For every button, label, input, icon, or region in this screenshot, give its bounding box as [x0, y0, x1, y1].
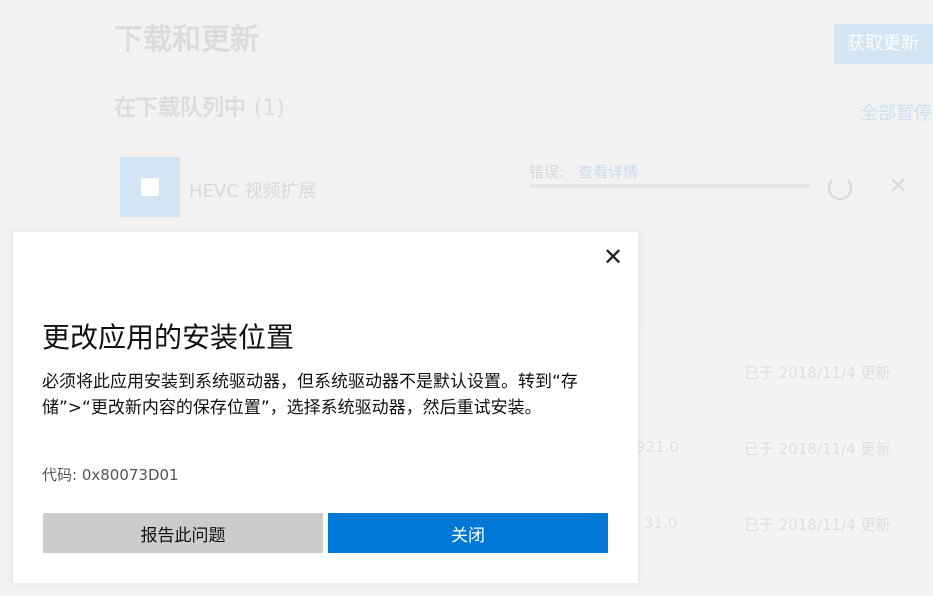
- dialog-message: 必须将此应用安装到系统驱动器，但系统驱动器不是默认设置。转到“存储”>“更改新内…: [42, 372, 578, 418]
- error-code: 代码: 0x80073D01: [42, 466, 179, 484]
- dialog-close-icon[interactable]: ✕: [600, 244, 626, 270]
- app-tile-icon: [120, 157, 180, 217]
- error-dialog: ✕ 更改应用的安装位置 必须将此应用安装到系统驱动器，但系统驱动器不是默认设置。…: [13, 232, 638, 583]
- close-button[interactable]: 关闭: [328, 513, 608, 553]
- pause-all-link[interactable]: 全部暂停: [860, 99, 932, 125]
- row-date: 已于 2018/11/4 更新: [744, 440, 891, 458]
- view-details-link[interactable]: 查看详情: [578, 161, 638, 182]
- report-problem-button[interactable]: 报告此问题: [43, 513, 323, 553]
- download-progress-bar: [530, 184, 810, 188]
- error-label: 错误:: [529, 163, 565, 181]
- get-updates-button[interactable]: 获取更新: [834, 24, 933, 64]
- row-version: 31.0: [644, 514, 678, 532]
- dialog-title: 更改应用的安装位置: [42, 321, 295, 354]
- page-title: 下载和更新: [114, 22, 260, 56]
- refresh-icon[interactable]: [828, 176, 852, 200]
- row-date: 已于 2018/11/4 更新: [744, 364, 891, 382]
- queue-heading-label: 在下载队列中: [114, 96, 247, 121]
- queue-item-app-name[interactable]: HEVC 视频扩展: [189, 177, 317, 203]
- row-date: 已于 2018/11/4 更新: [744, 516, 891, 534]
- queue-count: (1): [253, 96, 285, 121]
- app-glyph-icon: [141, 178, 159, 196]
- close-icon[interactable]: ✕: [889, 174, 907, 199]
- row-version: 921.0: [636, 438, 679, 456]
- queue-heading: 在下载队列中 (1): [114, 90, 285, 122]
